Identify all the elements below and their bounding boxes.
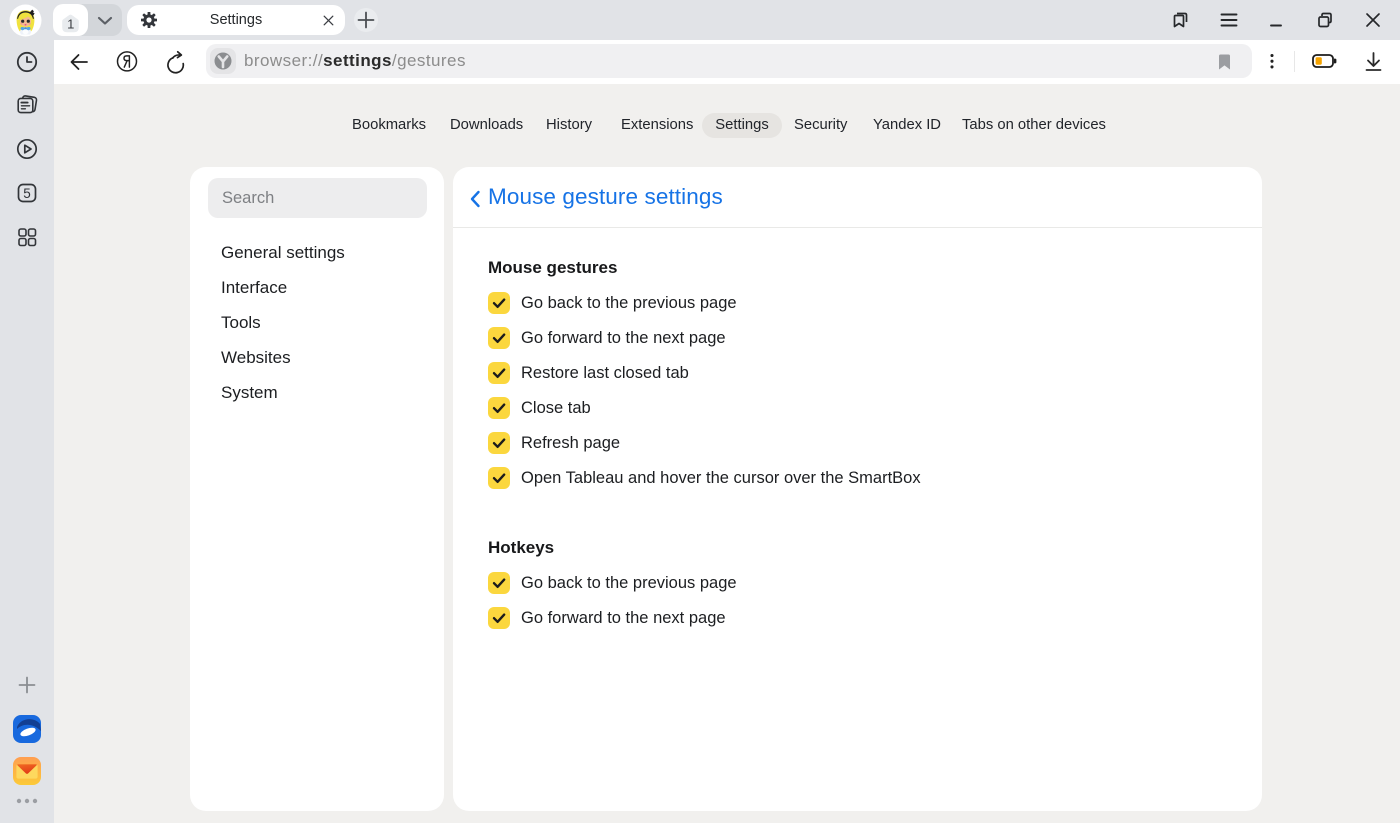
svg-text:1: 1 [67, 16, 74, 31]
svg-text:5: 5 [23, 186, 31, 201]
